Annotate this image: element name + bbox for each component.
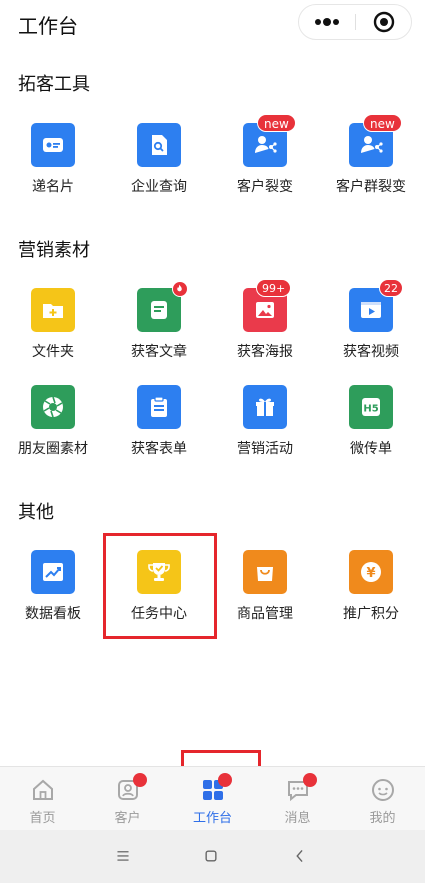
tool-label: 递名片 (32, 179, 74, 195)
shopping-bag-icon (243, 550, 287, 594)
yen-coin-icon: ¥ (349, 550, 393, 594)
material-moments[interactable]: 朋友圈素材 (0, 385, 106, 475)
more-dots-icon[interactable] (299, 5, 355, 39)
tool-group-fission[interactable]: 客户群裂变 new (318, 114, 424, 213)
tool-label: 企业查询 (131, 179, 187, 195)
other-label: 数据看板 (25, 606, 81, 622)
document-search-icon (137, 123, 181, 167)
page-title: 工作台 (18, 14, 78, 38)
section-title-tools: 拓客工具 (18, 74, 90, 95)
tab-home[interactable]: 首页 (0, 767, 85, 831)
tool-company-search[interactable]: 企业查询 (106, 123, 212, 213)
count-badge: 22 (379, 279, 403, 297)
material-label: 文件夹 (32, 344, 74, 360)
h5-page-icon: H5 (349, 385, 393, 429)
tab-label: 工作台 (192, 811, 232, 826)
material-label: 营销活动 (237, 441, 293, 457)
other-promo-points[interactable]: ¥ 推广积分 (318, 550, 424, 640)
folder-plus-icon (31, 288, 75, 332)
highlight-box-task-center (103, 533, 217, 639)
tool-business-card[interactable]: 递名片 (0, 123, 106, 213)
trend-chart-icon (31, 550, 75, 594)
tool-label: 客户裂变 (237, 179, 293, 195)
notification-dot (218, 773, 232, 787)
clipboard-form-icon (137, 385, 181, 429)
back-chevron-icon[interactable] (287, 843, 313, 869)
section-title-materials: 营销素材 (18, 240, 90, 261)
other-dashboard[interactable]: 数据看板 (0, 550, 106, 640)
tab-label: 客户 (114, 811, 141, 826)
material-label: 获客表单 (131, 441, 187, 457)
new-badge: new (363, 114, 402, 132)
material-poster[interactable]: 获客海报 99+ (212, 279, 318, 378)
yen-icon-text: ¥ (366, 566, 375, 581)
count-badge: 99+ (256, 279, 292, 297)
system-nav-bar (0, 830, 425, 883)
top-bar: 工作台 (0, 0, 425, 46)
business-card-icon (31, 123, 75, 167)
target-circle-icon[interactable] (356, 5, 412, 39)
material-article[interactable]: 获客文章 (106, 281, 212, 378)
camera-shutter-icon (31, 385, 75, 429)
tab-label: 消息 (284, 811, 311, 826)
material-video[interactable]: 获客视频 22 (318, 279, 424, 378)
other-goods-manage[interactable]: 商品管理 (212, 550, 318, 640)
new-badge: new (257, 114, 296, 132)
notification-dot (133, 773, 147, 787)
menu-icon[interactable] (110, 843, 136, 869)
mini-program-capsule (298, 4, 412, 40)
bottom-tab-bar: 首页 客户 工作台 消息 我的 (0, 766, 425, 830)
material-flyer[interactable]: H5 微传单 (318, 385, 424, 475)
square-home-icon[interactable] (198, 843, 224, 869)
material-folder[interactable]: 文件夹 (0, 288, 106, 378)
h5-icon-text: H5 (363, 404, 378, 415)
tab-messages[interactable]: 消息 (255, 767, 340, 831)
gift-box-icon (243, 385, 287, 429)
tool-customer-fission[interactable]: 客户裂变 new (212, 114, 318, 213)
material-label: 获客视频 (343, 344, 399, 360)
tab-mine[interactable]: 我的 (340, 767, 425, 831)
other-label: 推广积分 (343, 606, 399, 622)
fire-badge-icon (172, 281, 188, 297)
tab-label: 首页 (29, 811, 56, 826)
notification-dot (303, 773, 317, 787)
tool-label: 客户群裂变 (336, 179, 406, 195)
material-label: 获客海报 (237, 344, 293, 360)
tab-customer[interactable]: 客户 (85, 767, 170, 831)
material-label: 微传单 (350, 441, 392, 457)
material-label: 朋友圈素材 (18, 441, 88, 457)
material-campaign[interactable]: 营销活动 (212, 385, 318, 475)
section-title-others: 其他 (18, 502, 54, 523)
home-icon (30, 777, 56, 803)
smiley-face-icon (370, 777, 396, 803)
material-form[interactable]: 获客表单 (106, 385, 212, 475)
material-label: 获客文章 (131, 344, 187, 360)
other-label: 商品管理 (237, 606, 293, 622)
tab-label: 我的 (369, 811, 396, 826)
tab-workbench[interactable]: 工作台 (170, 767, 255, 831)
